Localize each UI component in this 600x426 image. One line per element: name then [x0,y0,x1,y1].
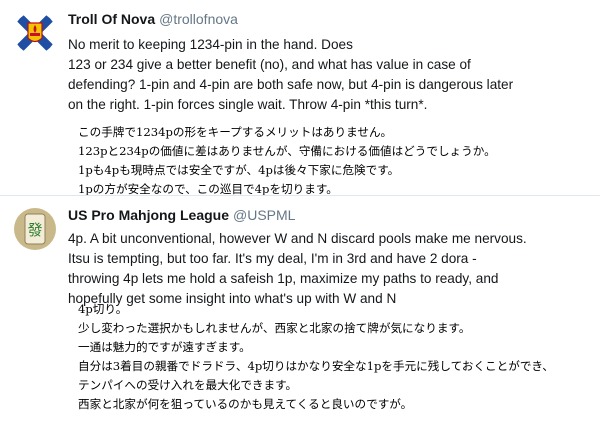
user-handle[interactable]: @USPML [233,207,295,223]
text-line: 123 or 234 give a better benefit (no), a… [68,57,471,72]
tweet-header: US Pro Mahjong League @USPML [68,207,295,223]
text-line: 123pと234pの価値に差はありませんが、守備における価値はどうでしょうか。 [78,144,496,158]
tweet-text-english: No merit to keeping 1234-pin in the hand… [68,35,588,115]
mahjong-tile-avatar[interactable]: 發 [14,208,56,250]
tile-glyph: 發 [27,221,42,239]
text-line: 自分は3着目の親番でドラドラ、4p切りはかなり安全な1pを手元に残しておくことが… [78,359,554,373]
display-name[interactable]: US Pro Mahjong League [68,207,229,223]
tweet-text-japanese: 4p切り。 少し変わった選択かもしれませんが、西家と北家の捨て牌が気になります。… [78,300,588,414]
text-line: Itsu is tempting, but too far. It's my d… [68,251,477,266]
text-line: 4p. A bit unconventional, however W and … [68,231,527,246]
text-line: 1pも4pも現時点では安全ですが、4pは後々下家に危険です。 [78,163,400,177]
tweet-text-english: 4p. A bit unconventional, however W and … [68,229,588,309]
text-line: 4p切り。 [78,302,128,316]
text-line: 一通は魅力的ですが遠すぎます。 [78,340,251,354]
flag-icon [14,12,56,54]
text-line: defending? 1-pin and 4-pin are both safe… [68,77,514,92]
text-line: No merit to keeping 1234-pin in the hand… [68,37,353,52]
text-line: テンパイへの受け入れを最大化できます。 [78,378,298,392]
nova-scotia-flag-avatar[interactable] [14,12,56,54]
tweet-text-japanese: この手牌で1234pの形をキープするメリットはありません。 123pと234pの… [78,123,588,199]
display-name[interactable]: Troll Of Nova [68,11,155,27]
tweet-header: Troll Of Nova @trollofnova [68,11,238,27]
text-line: on the right. 1-pin forces single wait. … [68,97,428,112]
text-line: throwing 4p lets me hold a safeish 1p, m… [68,271,499,286]
tweet-trollofnova: Troll Of Nova @trollofnova No merit to ke… [0,0,600,196]
user-handle[interactable]: @trollofnova [159,11,238,27]
text-line: 少し変わった選択かもしれませんが、西家と北家の捨て牌が気になります。 [78,321,471,335]
text-line: 西家と北家が何を狙っているのかも見えてくると良いのですが。 [78,397,413,411]
mahjong-tile-icon: 發 [14,208,56,250]
tweet-uspml: 發 US Pro Mahjong League @USPML 4p. A bit … [0,196,600,426]
text-line: この手牌で1234pの形をキープするメリットはありません。 [78,125,393,139]
